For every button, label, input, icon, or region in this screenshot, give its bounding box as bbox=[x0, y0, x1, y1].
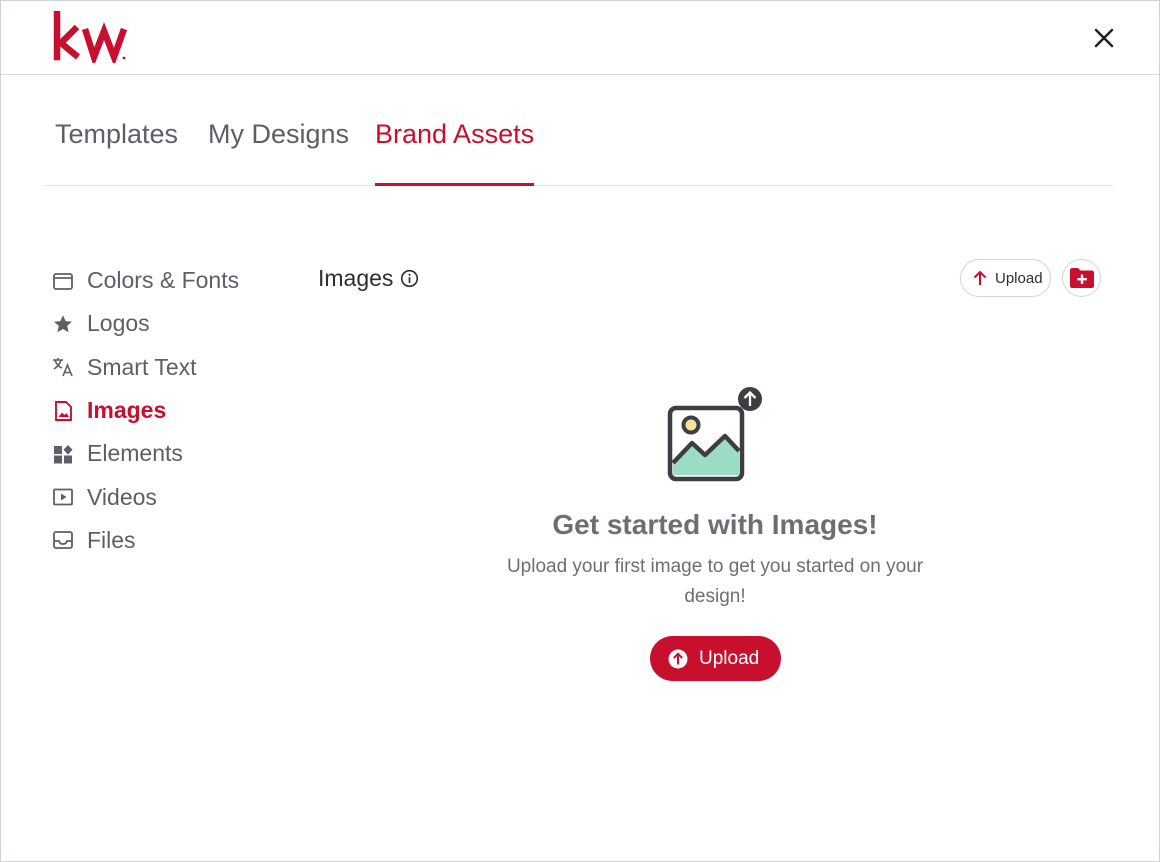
upload-button[interactable]: Upload bbox=[960, 259, 1051, 297]
image-upload-illustration-icon bbox=[667, 387, 762, 482]
sidebar-item-smart-text[interactable]: Smart Text bbox=[51, 346, 291, 389]
sidebar-item-videos[interactable]: Videos bbox=[51, 475, 291, 518]
folder-plus-icon bbox=[1069, 268, 1094, 288]
modal-header bbox=[1, 1, 1159, 75]
sidebar-item-label: Logos bbox=[87, 310, 150, 337]
star-icon bbox=[51, 312, 75, 336]
section-title: Images bbox=[318, 265, 394, 291]
translate-icon bbox=[51, 355, 75, 379]
arrow-up-icon bbox=[973, 270, 987, 285]
sidebar-item-colors-fonts[interactable]: Colors & Fonts bbox=[51, 259, 291, 302]
info-icon[interactable] bbox=[399, 269, 419, 289]
sidebar-item-label: Files bbox=[87, 526, 136, 553]
empty-state-subtitle: Upload your first image to get you start… bbox=[506, 556, 924, 607]
tab-brand-assets[interactable]: Brand Assets bbox=[375, 119, 535, 186]
sidebar-item-files[interactable]: Files bbox=[51, 519, 291, 562]
sidebar-item-label: Smart Text bbox=[87, 353, 197, 380]
sidebar-item-logos[interactable]: Logos bbox=[51, 302, 291, 345]
tab-templates[interactable]: Templates bbox=[55, 119, 178, 185]
sidebar-item-label: Elements bbox=[87, 440, 183, 467]
primary-upload-label: Upload bbox=[699, 647, 760, 669]
sidebar-item-label: Images bbox=[87, 397, 167, 424]
elements-icon bbox=[51, 442, 75, 466]
tab-bar: Templates My Designs Brand Assets bbox=[43, 109, 1113, 186]
primary-upload-button[interactable]: Upload bbox=[650, 636, 781, 681]
sidebar-item-elements[interactable]: Elements bbox=[51, 432, 291, 475]
video-icon bbox=[51, 485, 75, 509]
sidebar-item-label: Colors & Fonts bbox=[87, 267, 240, 294]
image-file-icon bbox=[51, 399, 75, 423]
images-section-header: Images bbox=[318, 265, 419, 292]
empty-state-title: Get started with Images! bbox=[552, 509, 878, 540]
palette-box-icon bbox=[51, 269, 75, 293]
tab-my-designs[interactable]: My Designs bbox=[208, 119, 349, 185]
sidebar-item-label: Videos bbox=[87, 483, 157, 510]
kw-logo bbox=[53, 11, 128, 63]
close-button[interactable] bbox=[1089, 23, 1119, 53]
new-folder-button[interactable] bbox=[1062, 259, 1101, 297]
arrow-up-circle-icon bbox=[668, 649, 688, 668]
upload-button-label: Upload bbox=[995, 269, 1043, 287]
sidebar-item-images[interactable]: Images bbox=[51, 389, 291, 432]
brand-assets-sidebar: Colors & Fonts Logos Smart Text Images E… bbox=[51, 259, 291, 562]
inbox-icon bbox=[51, 528, 75, 552]
close-icon bbox=[1094, 28, 1114, 48]
brand-assets-modal: Templates My Designs Brand Assets Colors… bbox=[0, 0, 1160, 862]
